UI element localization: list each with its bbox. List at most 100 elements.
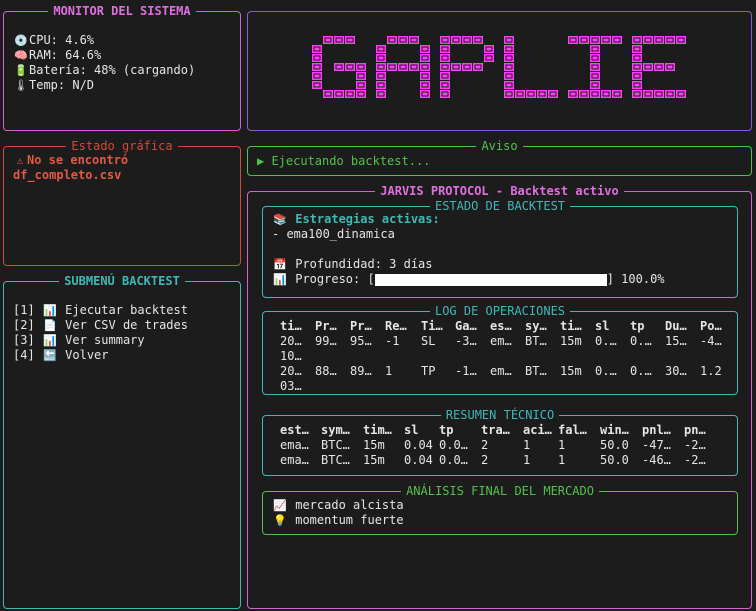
table-cell: 89… (350, 364, 372, 378)
ram-value: RAM: 64.6% (29, 48, 102, 62)
table-cell: tp (630, 319, 645, 333)
table-cell: 1 (385, 364, 393, 378)
technical-summary-table: est… sym… tim… sl tp tra… aci… fal… win… pnl… pn… e… (280, 423, 712, 468)
menu-key: [4] (13, 348, 35, 362)
battery-icon: 🔋 (14, 64, 28, 77)
table-cell: 15m (363, 453, 385, 467)
table-cell: Pr… (315, 319, 337, 333)
table-cell: 0.… (630, 364, 652, 378)
table-cell: aci… (523, 423, 552, 437)
table-cell: 03… (280, 379, 302, 393)
bar-chart-icon: 📊 (43, 304, 57, 317)
menu-label: Ver summary (65, 333, 145, 347)
table-header-row: est… sym… tim… sl tp tra… aci… fal… win… pnl… pn… (280, 423, 712, 438)
menu-item-view-summary[interactable]: [3] 📊 Ver summary (13, 333, 188, 348)
table-cell: 0.0… (439, 453, 468, 467)
backtest-state-panel: ESTADO DE BACKTEST 📚 Estrategias activas… (262, 199, 738, 298)
menu-item-run-backtest[interactable]: [1] 📊 Ejecutar backtest (13, 303, 188, 318)
table-cell: 95… (350, 334, 372, 348)
market-line-1: mercado alcista (295, 498, 404, 512)
table-cell: BT… (525, 364, 547, 378)
table-row: 20… 99… 95… -1 SL -3… em… BT… 15m 0.… 0.… 15… -4… (280, 334, 735, 349)
back-arrow-icon: 🔙 (43, 349, 57, 362)
menu-item-view-csv[interactable]: [2] 📄 Ver CSV de trades (13, 318, 188, 333)
table-cell: 0.… (630, 334, 652, 348)
table-cell: em… (490, 364, 512, 378)
notice-panel: Aviso ▶ Ejecutando backtest... (247, 139, 752, 176)
document-icon: 📄 (43, 319, 57, 332)
table-cell: 50.0 (600, 438, 629, 452)
table-cell: est… (280, 423, 309, 437)
table-cell: fal… (558, 423, 587, 437)
table-cell: -2… (684, 453, 706, 467)
table-cell: 20… (280, 334, 302, 348)
submenu-title: SUBMENÚ BACKTEST (59, 274, 185, 288)
menu-item-back[interactable]: [4] 🔙 Volver (13, 348, 188, 363)
table-row: ema… BTC… 15m 0.04 0.0… 2 1 1 50.0 -47… -2… (280, 438, 712, 453)
cpu-icon: 💿 (14, 34, 28, 47)
table-cell: Ti… (421, 319, 443, 333)
table-cell: 2 (481, 453, 489, 467)
table-cell: 0.… (595, 364, 617, 378)
logo-panel (247, 11, 752, 131)
bar-chart-icon: 📊 (273, 273, 287, 286)
table-cell: -4… (700, 334, 722, 348)
operations-log-title: LOG DE OPERACIONES (429, 304, 571, 318)
table-cell: 1 (558, 438, 566, 452)
table-cell: 50.0 (600, 453, 629, 467)
backtest-state-title: ESTADO DE BACKTEST (429, 199, 571, 213)
graph-error-line2: df_completo.csv (13, 168, 122, 182)
table-cell: 2 (481, 438, 489, 452)
strategy-item: - ema100_dinamica (272, 227, 395, 241)
thermometer-icon: 🌡 (14, 79, 28, 92)
menu-label: Volver (65, 348, 109, 362)
system-monitor-panel: MONITOR DEL SISTEMA 💿CPU: 4.6% 🧠RAM: 64.… (3, 4, 241, 131)
notice-message: ▶ Ejecutando backtest... (257, 154, 431, 168)
table-cell: 15… (665, 334, 687, 348)
table-cell: 1 (523, 438, 531, 452)
chart-increasing-icon: 📈 (273, 499, 287, 512)
table-cell: Pr… (350, 319, 372, 333)
table-cell: 20… (280, 364, 302, 378)
table-cell: sym… (321, 423, 350, 437)
table-row-wrap: 10… (280, 349, 735, 364)
table-cell: tra… (481, 423, 510, 437)
table-cell: pn… (684, 423, 706, 437)
table-cell: tp (439, 423, 454, 437)
books-icon: 📚 (273, 213, 287, 226)
table-cell: 1 (558, 453, 566, 467)
table-cell: sy… (525, 319, 547, 333)
jarvis-panel: JARVIS PROTOCOL - Backtest activo ESTADO… (247, 184, 752, 609)
table-cell: em… (490, 334, 512, 348)
table-cell: 99… (315, 334, 337, 348)
notice-title: Aviso (476, 139, 523, 153)
logo-banner (311, 35, 686, 98)
table-cell: SL (421, 334, 436, 348)
table-cell: 0.0… (439, 438, 468, 452)
table-cell: sl (404, 423, 419, 437)
market-analysis-panel: ANÁLISIS FINAL DEL MERCADO 📈 mercado alc… (262, 484, 738, 535)
table-cell: sl (595, 319, 610, 333)
battery-value: Batería: 48% (cargando) (29, 63, 196, 77)
depth-value: Profundidad: 3 días (295, 257, 433, 271)
table-cell: -3… (455, 334, 477, 348)
table-cell: BTC… (321, 438, 350, 452)
table-cell: ti… (560, 319, 582, 333)
table-cell: -1 (385, 334, 400, 348)
jarvis-title: JARVIS PROTOCOL - Backtest activo (375, 184, 624, 198)
table-row-wrap: 03… (280, 379, 735, 394)
menu-key: [2] (13, 318, 35, 332)
table-cell: 15m (560, 334, 582, 348)
graph-error-line1: No se encontró (27, 153, 129, 167)
operations-log-panel: LOG DE OPERACIONES ti… Pr… Pr… Re… Ti… Ga… es…… (262, 304, 738, 395)
table-cell: 1 (523, 453, 531, 467)
table-row: 20… 88… 89… 1 TP -1… em… BT… 15m 0.… 0.… 30… 1.2 (280, 364, 735, 379)
table-row: ema… BTC… 15m 0.04 0.0… 2 1 1 50.0 -46… -2… (280, 453, 712, 468)
brain-icon: 🧠 (14, 49, 28, 62)
table-cell: 1.2 (700, 364, 722, 378)
graph-state-panel: Estado gráfica ⚠ No se encontró df_comple… (3, 139, 241, 266)
table-cell: BTC… (321, 453, 350, 467)
progress-value: ] 100.0% (606, 272, 665, 286)
table-cell: 88… (315, 364, 337, 378)
strategies-label: Estrategias activas: (295, 212, 440, 226)
